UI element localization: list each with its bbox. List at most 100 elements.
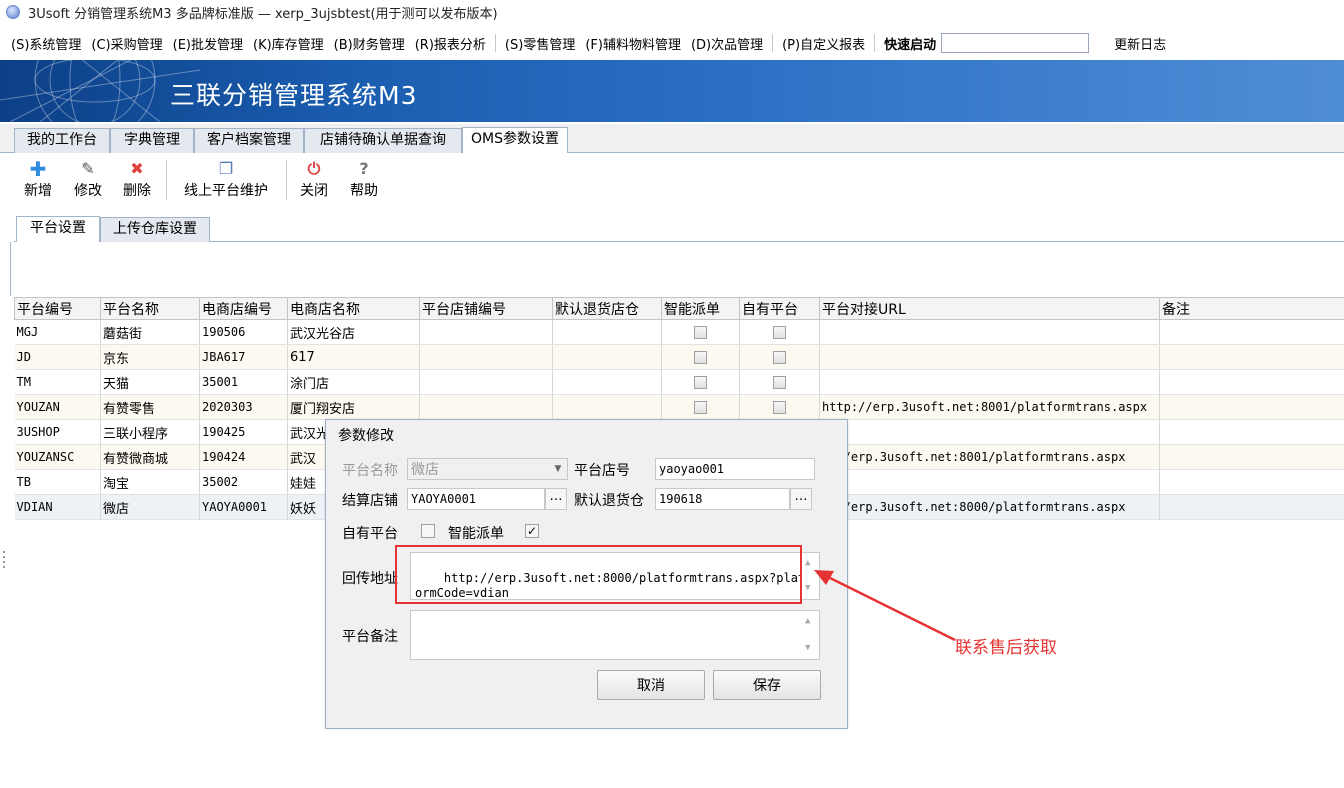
col-remark[interactable]: 备注 xyxy=(1159,297,1344,320)
menu-finance[interactable]: (B)财务管理 xyxy=(329,34,410,53)
cell-name: 有赞微商城 xyxy=(100,444,200,470)
cell-own-platform xyxy=(739,319,820,345)
col-platform-shop-no[interactable]: 平台店铺编号 xyxy=(419,297,553,320)
cell-remark xyxy=(1159,494,1344,520)
tab-oms-settings[interactable]: OMS参数设置 xyxy=(462,127,568,153)
smart-dispatch-label: 智能派单 xyxy=(448,526,504,542)
own-platform-checkbox[interactable] xyxy=(421,524,435,538)
callback-url-label: 回传地址 xyxy=(342,571,398,587)
cell-name: 三联小程序 xyxy=(100,419,200,445)
cell-url xyxy=(819,419,1160,445)
smart-dispatch-checkbox[interactable] xyxy=(694,350,707,364)
cell-shop-no: YAOYA0001 xyxy=(199,494,288,520)
cell-code: 3USHOP xyxy=(14,419,101,445)
menu-purchase[interactable]: (C)采购管理 xyxy=(86,34,167,53)
menu-changelog[interactable]: 更新日志 xyxy=(1109,34,1171,53)
cancel-button[interactable]: 取消 xyxy=(597,670,705,700)
table-row[interactable]: MGJ 蘑菇街 190506 武汉光谷店 xyxy=(14,319,1344,345)
col-platform-code[interactable]: 平台编号 xyxy=(14,297,101,320)
cell-name: 蘑菇街 xyxy=(100,319,200,345)
help-button[interactable]: ? 帮助 xyxy=(346,160,382,200)
subtab-platform-settings[interactable]: 平台设置 xyxy=(16,216,100,242)
cell-name: 天猫 xyxy=(100,369,200,395)
save-button[interactable]: 保存 xyxy=(713,670,821,700)
help-label: 帮助 xyxy=(350,183,378,199)
platform-maintain-label: 线上平台维护 xyxy=(184,183,268,199)
tab-store-pending[interactable]: 店铺待确认单据查询 xyxy=(304,128,462,153)
platform-name-select: 微店 xyxy=(407,458,568,480)
cell-shop-no: 190424 xyxy=(199,444,288,470)
cell-code: YOUZANSC xyxy=(14,444,101,470)
own-platform-checkbox[interactable] xyxy=(773,325,786,339)
menu-system[interactable]: (S)系统管理 xyxy=(6,34,86,53)
cell-shop-no: JBA617 xyxy=(199,344,288,370)
smart-dispatch-checkbox[interactable] xyxy=(694,400,707,414)
edit-icon: ✎ xyxy=(81,159,95,178)
col-shop-name[interactable]: 电商店名称 xyxy=(287,297,420,320)
quick-start-input[interactable] xyxy=(941,33,1090,53)
title-bar: 3Usoft 分销管理系统M3 多品牌标准版 — xerp_3ujsbtest(… xyxy=(0,0,1344,24)
help-icon: ? xyxy=(359,159,369,178)
col-default-return[interactable]: 默认退货店仓 xyxy=(552,297,662,320)
table-row[interactable]: JD 京东 JBA617 617 xyxy=(14,344,1344,370)
quick-start-label: 快速启动 xyxy=(884,37,937,53)
menu-retail[interactable]: (S)零售管理 xyxy=(500,34,580,53)
cell-url xyxy=(819,319,1160,345)
cell-smart-dispatch xyxy=(661,394,740,420)
cell-name: 京东 xyxy=(100,344,200,370)
menu-reports[interactable]: (R)报表分析 xyxy=(410,34,491,53)
default-return-browse-button[interactable]: … xyxy=(790,488,812,510)
chevron-down-icon: ▼ xyxy=(554,464,562,474)
settle-shop-browse-button[interactable]: … xyxy=(545,488,567,510)
cell-own-platform xyxy=(739,369,820,395)
annotation-arrow-icon xyxy=(814,570,956,642)
cell-own-platform xyxy=(739,344,820,370)
tab-workbench[interactable]: 我的工作台 xyxy=(14,128,110,153)
add-button[interactable]: ✚ 新增 xyxy=(20,159,56,200)
menu-bar: (S)系统管理 (C)采购管理 (E)批发管理 (K)库存管理 (B)财务管理 … xyxy=(0,29,1344,57)
cell-url: http://erp.3usoft.net:8001/platformtrans… xyxy=(819,394,1160,420)
col-smart-dispatch[interactable]: 智能派单 xyxy=(661,297,740,320)
cell-name: 有赞零售 xyxy=(100,394,200,420)
menu-custom-report[interactable]: (P)自定义报表 xyxy=(777,34,870,53)
settle-shop-input[interactable]: YAOYA0001 xyxy=(407,488,545,510)
menu-wholesale[interactable]: (E)批发管理 xyxy=(168,34,248,53)
own-platform-checkbox[interactable] xyxy=(773,350,786,364)
cell-code: TM xyxy=(14,369,101,395)
settle-shop-label: 结算店铺 xyxy=(342,493,398,509)
col-platform-url[interactable]: 平台对接URL xyxy=(819,297,1160,320)
smart-dispatch-checkbox[interactable] xyxy=(694,325,707,339)
col-own-platform[interactable]: 自有平台 xyxy=(739,297,820,320)
edit-button[interactable]: ✎ 修改 xyxy=(70,160,106,200)
splitter-grip[interactable] xyxy=(1,548,7,572)
platform-shop-no-input[interactable]: yaoyao001 xyxy=(655,458,815,480)
smart-dispatch-checkbox[interactable]: ✓ xyxy=(525,524,539,538)
table-row[interactable]: YOUZAN 有赞零售 2020303 厦门翔安店 http://erp.3us… xyxy=(14,394,1344,420)
close-button[interactable]: ⏻ 关闭 xyxy=(296,160,332,200)
app-icon xyxy=(6,5,20,19)
cell-default-return xyxy=(552,394,662,420)
delete-button[interactable]: ✖ 删除 xyxy=(119,160,155,200)
tab-dictionary[interactable]: 字典管理 xyxy=(110,128,194,153)
col-platform-name[interactable]: 平台名称 xyxy=(100,297,200,320)
cell-shop-no: 2020303 xyxy=(199,394,288,420)
cell-url: p://erp.3usoft.net:8001/platformtrans.as… xyxy=(819,444,1160,470)
tab-customer-files[interactable]: 客户档案管理 xyxy=(194,128,304,153)
own-platform-label: 自有平台 xyxy=(342,526,398,542)
subtab-upload-warehouse[interactable]: 上传仓库设置 xyxy=(100,217,210,242)
menu-inventory[interactable]: (K)库存管理 xyxy=(248,34,329,53)
menu-defective[interactable]: (D)次品管理 xyxy=(686,34,768,53)
default-return-input[interactable]: 190618 xyxy=(655,488,790,510)
platform-remark-textarea[interactable]: ▲ ▼ xyxy=(410,610,820,660)
cell-shop-no: 190506 xyxy=(199,319,288,345)
cell-remark xyxy=(1159,344,1344,370)
cell-shop-no: 190425 xyxy=(199,419,288,445)
own-platform-checkbox[interactable] xyxy=(773,375,786,389)
table-row[interactable]: TM 天猫 35001 涂门店 xyxy=(14,369,1344,395)
cell-shop-no: 35001 xyxy=(199,369,288,395)
smart-dispatch-checkbox[interactable] xyxy=(694,375,707,389)
own-platform-checkbox[interactable] xyxy=(773,400,786,414)
col-shop-no[interactable]: 电商店编号 xyxy=(199,297,288,320)
menu-materials[interactable]: (F)辅料物料管理 xyxy=(580,34,686,53)
platform-maintain-button[interactable]: ❐ 线上平台维护 xyxy=(178,160,274,200)
